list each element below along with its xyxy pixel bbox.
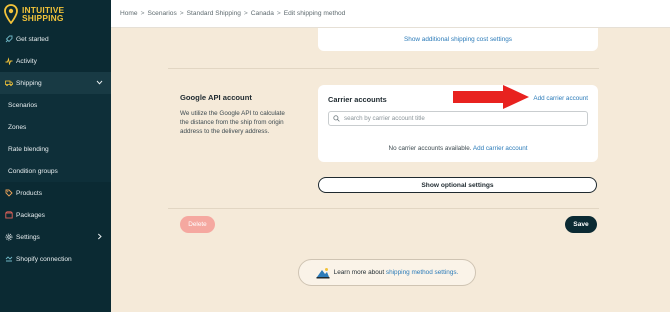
sidebar-item-packages[interactable]: Packages (0, 204, 111, 226)
sidebar-item-products[interactable]: Products (0, 182, 111, 204)
sidebar-item-label: Get started (16, 35, 49, 43)
save-button[interactable]: Save (565, 216, 597, 233)
sidebar-item-label: Products (16, 189, 43, 197)
search-icon (333, 115, 340, 122)
add-carrier-account-link[interactable]: Add carrier account (533, 95, 588, 102)
activity-icon (4, 57, 14, 65)
breadcrumb-separator: > (243, 10, 248, 17)
chevron-right-icon (97, 233, 102, 240)
carrier-search-field[interactable] (328, 111, 588, 126)
rocket-icon (4, 35, 14, 43)
sidebar: INTUITIVE SHIPPING Get started Activity … (0, 0, 111, 312)
carrier-empty-state: No carrier accounts available. Add carri… (318, 145, 598, 152)
sidebar-item-label: Rate blending (8, 145, 49, 153)
breadcrumb-current: Edit shipping method (283, 10, 346, 17)
sidebar-item-label: Activity (16, 57, 37, 65)
sidebar-item-label: Condition groups (8, 167, 58, 175)
tag-icon (4, 189, 14, 197)
link-icon (4, 255, 14, 263)
carrier-accounts-title: Carrier accounts (328, 95, 387, 104)
breadcrumb-home[interactable]: Home (120, 10, 138, 17)
package-icon (4, 211, 14, 219)
delete-button[interactable]: Delete (180, 216, 215, 233)
gear-icon (4, 233, 14, 241)
sidebar-item-label: Settings (16, 233, 40, 241)
map-pin-icon (4, 4, 18, 24)
breadcrumb-separator: > (179, 10, 184, 17)
sidebar-item-zones[interactable]: Zones (0, 116, 111, 138)
carrier-search-input[interactable] (344, 115, 584, 122)
sidebar-item-label: Shipping (16, 79, 42, 87)
sidebar-nav: Get started Activity Shipping Scenarios … (0, 28, 111, 270)
learn-more-banner: Learn more about shipping method setting… (298, 259, 476, 286)
chevron-down-icon (96, 80, 103, 85)
show-additional-shipping-cost-link[interactable]: Show additional shipping cost settings (318, 36, 598, 43)
show-optional-settings-button[interactable]: Show optional settings (318, 177, 597, 193)
shipping-illustration-icon (316, 267, 330, 278)
sidebar-item-shipping[interactable]: Shipping (0, 72, 111, 94)
shipping-cost-card: Show additional shipping cost settings (318, 28, 598, 51)
empty-state-text: No carrier accounts available. (388, 145, 472, 152)
sidebar-item-settings[interactable]: Settings (0, 226, 111, 248)
section-divider (168, 68, 599, 69)
breadcrumb-scenarios[interactable]: Scenarios (147, 10, 176, 17)
google-api-title: Google API account (180, 93, 252, 102)
brand-line-2: SHIPPING (22, 13, 64, 23)
shipping-method-settings-link[interactable]: shipping method settings. (386, 269, 458, 276)
sidebar-item-get-started[interactable]: Get started (0, 28, 111, 50)
brand-logo[interactable]: INTUITIVE SHIPPING (4, 3, 110, 25)
sidebar-item-shopify-connection[interactable]: Shopify connection (0, 248, 111, 270)
sidebar-item-activity[interactable]: Activity (0, 50, 111, 72)
empty-state-add-link[interactable]: Add carrier account (473, 145, 528, 152)
section-divider (168, 208, 599, 209)
sidebar-item-condition-groups[interactable]: Condition groups (0, 160, 111, 182)
sidebar-item-label: Scenarios (8, 101, 38, 109)
sidebar-item-scenarios[interactable]: Scenarios (0, 94, 111, 116)
breadcrumb: Home > Scenarios > Standard Shipping > C… (111, 0, 670, 28)
google-api-description: We utilize the Google API to calculate t… (180, 110, 285, 135)
learn-more-text: Learn more about (333, 269, 385, 276)
breadcrumb-standard-shipping[interactable]: Standard Shipping (187, 10, 241, 17)
sidebar-item-label: Zones (8, 123, 27, 131)
sidebar-item-rate-blending[interactable]: Rate blending (0, 138, 111, 160)
breadcrumb-separator: > (140, 10, 145, 17)
truck-icon (4, 79, 14, 87)
breadcrumb-canada[interactable]: Canada (251, 10, 274, 17)
breadcrumb-separator: > (276, 10, 281, 17)
red-arrow-annotation (453, 85, 529, 109)
sidebar-item-label: Shopify connection (16, 255, 72, 263)
sidebar-item-label: Packages (16, 211, 45, 219)
main-content: Show additional shipping cost settings G… (111, 28, 670, 312)
